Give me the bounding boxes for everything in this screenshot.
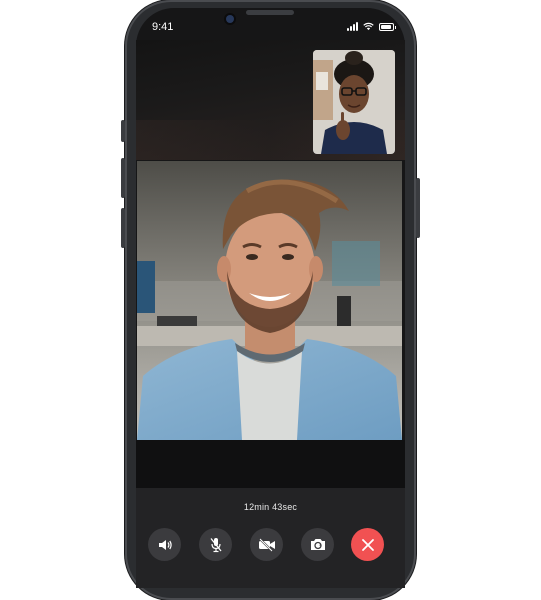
front-camera-icon (226, 15, 234, 23)
self-view-person (313, 50, 395, 154)
signal-icon (347, 22, 358, 31)
phone-power-button (416, 178, 420, 238)
mute-button[interactable] (199, 528, 232, 561)
status-icons (347, 22, 396, 31)
end-call-button[interactable] (351, 528, 384, 561)
phone-volume-up (121, 158, 125, 198)
remote-video[interactable] (137, 161, 402, 440)
close-icon (361, 538, 374, 551)
video-off-icon (258, 537, 275, 552)
battery-icon (379, 22, 396, 31)
status-time: 9:41 (152, 21, 174, 33)
call-controls (148, 528, 388, 562)
phone-side-button (121, 120, 125, 142)
wifi-icon (363, 22, 374, 31)
mic-off-icon (209, 537, 222, 552)
call-duration: 12min 43sec (243, 502, 298, 512)
self-view-video[interactable] (313, 50, 395, 154)
remote-participant (137, 161, 402, 440)
flip-camera-icon (310, 539, 325, 550)
speaker-button[interactable] (148, 528, 181, 561)
speaker-icon (158, 539, 172, 550)
video-bottom-bar (136, 440, 405, 488)
phone-speaker-grille (246, 10, 294, 15)
phone-volume-down (121, 208, 125, 248)
flip-camera-button[interactable] (301, 528, 334, 561)
video-toggle-button[interactable] (250, 528, 283, 561)
